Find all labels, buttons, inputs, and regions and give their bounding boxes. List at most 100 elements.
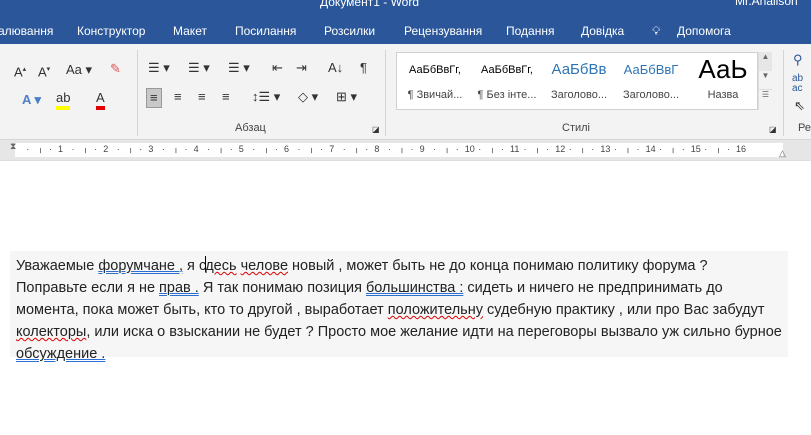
- ruler-tick: ╷: [534, 143, 541, 153]
- ruler-tick: ·: [297, 144, 301, 154]
- tab-help[interactable]: Довідка: [581, 24, 624, 38]
- ruler-tick: ·: [546, 144, 550, 154]
- paragraph-dialog-launcher[interactable]: ◪: [372, 122, 380, 138]
- tab-constructor[interactable]: Конструктор: [77, 24, 145, 38]
- scroll-down-button[interactable]: ▼: [759, 71, 772, 90]
- change-case-label: Aa: [66, 62, 82, 77]
- tab-references[interactable]: Посилання: [235, 24, 296, 38]
- style-name: ¶ Звичай...: [407, 89, 463, 101]
- divider: [385, 50, 386, 136]
- tab-mailings[interactable]: Розсилки: [324, 24, 375, 38]
- text-run: я: [183, 258, 199, 274]
- styles-more-button[interactable]: ☰: [759, 90, 772, 99]
- decrease-indent-icon[interactable]: ⇤: [272, 60, 283, 76]
- tell-me-search[interactable]: Допомога: [677, 24, 731, 38]
- ruler-tick: ·: [410, 144, 414, 154]
- select-icon[interactable]: ⇖: [794, 98, 805, 114]
- highlight-color-icon[interactable]: ab: [56, 90, 71, 110]
- style-preview: АаБбВвГг,: [409, 64, 461, 76]
- ruler-tick: ·: [161, 144, 165, 154]
- document-paragraph[interactable]: Уважаемые форумчане , я сдесь челове нов…: [10, 251, 788, 362]
- ruler-number: 2: [103, 144, 109, 154]
- ruler-tick: ·: [387, 144, 391, 154]
- align-center-icon[interactable]: ≡: [174, 89, 182, 105]
- window-title: Документ1 - Word: [320, 0, 420, 9]
- ruler-tick: ╷: [128, 143, 134, 153]
- ruler-number: 10: [464, 144, 475, 154]
- style-preview: АаБбВв: [551, 61, 607, 78]
- line-spacing-icon[interactable]: ↕☰ ▾: [252, 89, 280, 105]
- tab-view[interactable]: Подання: [506, 24, 554, 38]
- tab-layout[interactable]: Макет: [173, 24, 207, 38]
- ruler-tick: ·: [229, 144, 233, 154]
- ruler-tick: ·: [726, 144, 730, 154]
- ruler-tick: ╷: [218, 143, 224, 153]
- ruler-tick: ·: [342, 144, 346, 154]
- spelling-error: положительну: [387, 302, 483, 318]
- ruler-tick: ·: [681, 144, 685, 154]
- shrink-font-icon[interactable]: A▾: [38, 62, 50, 80]
- increase-indent-icon[interactable]: ⇥: [296, 60, 307, 76]
- ruler-tick: ·: [613, 144, 617, 154]
- shading-icon[interactable]: ◇ ▾: [298, 89, 318, 105]
- ruler-tick: ╷: [625, 143, 631, 153]
- scroll-up-button[interactable]: ▲: [759, 52, 772, 71]
- group-label-paragraph: Абзац: [235, 122, 266, 134]
- bullets-icon[interactable]: ☰ ▾: [148, 60, 170, 76]
- change-case-button[interactable]: Aa ▾: [66, 62, 92, 78]
- text-effects-icon[interactable]: A ▾: [22, 92, 41, 108]
- ruler-tick: ╷: [580, 143, 586, 153]
- borders-icon[interactable]: ⊞ ▾: [336, 89, 357, 105]
- ruler-tick: ·: [704, 144, 708, 154]
- ruler-tick: ·: [365, 144, 369, 154]
- ruler-tick: ·: [659, 144, 663, 154]
- right-indent-marker-icon[interactable]: △: [779, 148, 786, 159]
- group-label-styles: Стилі: [562, 122, 590, 134]
- align-left-icon[interactable]: ≡: [146, 88, 162, 108]
- grow-font-icon[interactable]: A▴: [14, 62, 26, 80]
- clear-formatting-icon[interactable]: ✎: [110, 61, 121, 77]
- ribbon: A▴ A▾ Aa ▾ ✎ A ▾ ab A ☰ ▾ ☰ ▾ ☰ ▾ ⇤ ⇥ A↓…: [0, 44, 811, 140]
- tab-review[interactable]: Рецензування: [404, 24, 482, 38]
- style-heading-1[interactable]: АаБбВв Заголово...: [543, 57, 615, 101]
- ruler-tick: ·: [500, 144, 504, 154]
- style-no-spacing[interactable]: АаБбВвГг, ¶ Без інте...: [471, 57, 543, 101]
- horizontal-ruler[interactable]: ⧗ △ 1 · ╷ · 2 · ╷ · 3 · ╷ · 4 · ╷ · 5 · ╷ · 6 · ╷ · 7 · ╷ · 8 · ╷ · 9 · ╷ ·…: [0, 140, 811, 160]
- show-formatting-icon[interactable]: ¶: [360, 60, 367, 76]
- tab-design[interactable]: алювання: [0, 24, 53, 38]
- find-icon[interactable]: ⚲: [793, 52, 803, 68]
- align-right-icon[interactable]: ≡: [198, 89, 206, 105]
- ruler-tick: ·: [568, 144, 572, 154]
- styles-scroll[interactable]: ▲ ▼ ☰: [758, 52, 772, 110]
- ruler-tick: ╷: [82, 143, 89, 153]
- ruler-tick: ·: [523, 144, 527, 154]
- multilevel-list-icon[interactable]: ☰ ▾: [228, 60, 250, 76]
- style-name: Назва: [707, 89, 739, 101]
- numbering-icon[interactable]: ☰ ▾: [188, 60, 210, 76]
- ruler-tick: ╷: [489, 143, 496, 153]
- spelling-error: колекторы: [16, 324, 87, 340]
- ruler-tick: ·: [455, 144, 459, 154]
- ruler-number: 14: [645, 144, 656, 154]
- sort-icon[interactable]: A↓: [328, 60, 343, 76]
- indent-marker-icon[interactable]: ⧗: [10, 141, 16, 152]
- ruler-number: 3: [148, 144, 154, 154]
- justify-icon[interactable]: ≡: [222, 89, 230, 105]
- user-name[interactable]: Mr.Analison: [735, 0, 798, 8]
- ruler-tick: ·: [94, 144, 98, 154]
- font-color-icon[interactable]: A: [96, 90, 105, 110]
- document-page[interactable]: Уважаемые форумчане , я сдесь челове нов…: [0, 160, 811, 435]
- style-name: Заголово...: [550, 89, 608, 101]
- ruler-number: 9: [419, 144, 425, 154]
- divider: [137, 50, 138, 136]
- title-bar: Документ1 - Word Mr.Analison: [0, 0, 811, 20]
- replace-icon[interactable]: ab ac: [792, 74, 803, 94]
- ruler-number: 7: [329, 144, 335, 154]
- style-heading-2[interactable]: АаБбВвГ Заголово...: [615, 57, 687, 101]
- ribbon-tabs: алювання Конструктор Макет Посилання Роз…: [0, 20, 811, 44]
- styles-dialog-launcher[interactable]: ◪: [769, 122, 777, 138]
- styles-gallery: АаБбВвГг, ¶ Звичай... АаБбВвГг, ¶ Без інте…: [396, 52, 758, 110]
- style-title[interactable]: АаЬ Назва: [687, 57, 759, 101]
- style-normal[interactable]: АаБбВвГг, ¶ Звичай...: [399, 57, 471, 101]
- lightbulb-icon: 💡︎: [652, 24, 661, 38]
